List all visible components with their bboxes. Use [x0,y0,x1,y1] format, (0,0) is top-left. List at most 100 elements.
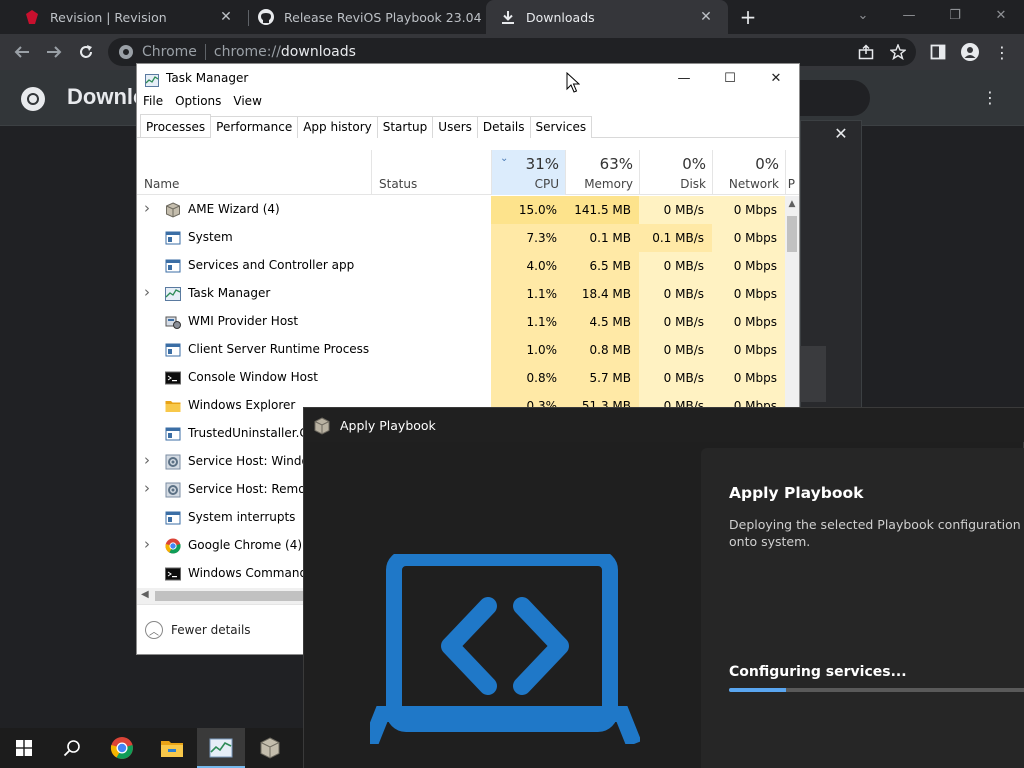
new-tab-button[interactable]: + [736,5,760,29]
disk-cell: 0 MB/s [639,336,712,364]
column-memory[interactable]: 63% Memory [565,150,639,195]
task-manager-titlebar[interactable]: Task Manager — ☐ ✕ [137,64,799,92]
address-bar[interactable]: Chrome chrome://downloads [108,38,916,66]
download-icon [500,9,516,25]
reload-button[interactable] [74,40,98,64]
ame-wizard-icon[interactable] [246,728,294,768]
close-button[interactable]: ✕ [978,0,1024,30]
column-status[interactable]: Status [371,150,491,195]
column-name[interactable]: Name [137,150,371,195]
windows-taskbar [0,728,303,768]
process-row[interactable]: Services and Controller app 4.0% 6.5 MB 0 M… [137,252,785,280]
wmi-icon [165,314,181,330]
disk-cell: 0 MB/s [639,252,712,280]
expand-chevron-icon[interactable]: › [144,451,156,469]
chrome-logo-icon [20,86,46,112]
package-icon [165,202,181,218]
network-total: 0% [755,155,779,173]
tab-users[interactable]: Users [432,116,478,138]
tab-performance[interactable]: Performance [210,116,299,138]
window-icon [165,342,181,358]
chrome-menu-icon[interactable]: ⋮ [990,40,1014,64]
tab-startup[interactable]: Startup [376,116,434,138]
minimize-button[interactable]: — [886,0,932,30]
restore-button[interactable]: ❐ [932,0,978,30]
process-row[interactable]: Client Server Runtime Process 1.0% 0.8 MB 0… [137,336,785,364]
apply-playbook-window: Apply Playbook Apply Playbook Deploying … [303,407,1024,768]
chrome-icon[interactable] [98,728,146,768]
chevron-up-icon[interactable]: ︿ [145,621,163,639]
tab-search-icon[interactable]: ⌄ [840,0,886,30]
column-power[interactable]: P [785,150,799,195]
close-button[interactable]: ✕ [753,64,799,92]
tab-details[interactable]: Details [476,116,531,138]
tab-services[interactable]: Services [529,116,593,138]
expand-chevron-icon[interactable]: › [144,199,156,217]
task-manager-icon [165,286,181,302]
share-icon[interactable] [854,40,878,64]
search-icon[interactable] [48,728,96,768]
file-explorer-icon[interactable] [148,728,196,768]
task-manager-icon[interactable] [197,728,245,768]
tab-processes[interactable]: Processes [140,114,212,137]
process-row[interactable]: WMI Provider Host 1.1% 4.5 MB 0 MB/s 0 Mbps [137,308,785,336]
tab-downloads[interactable]: Downloads ✕ [486,0,728,34]
expand-chevron-icon[interactable]: › [144,535,156,553]
scroll-left-icon[interactable]: ◀ [141,589,149,600]
column-label: Status [379,177,418,191]
cpu-cell: 1.0% [491,336,565,364]
network-cell: 0 Mbps [712,280,785,308]
maximize-button[interactable]: ☐ [707,64,753,92]
task-manager-icon [145,72,159,87]
remove-download-icon[interactable]: ✕ [832,124,850,143]
url-text: chrome://downloads [214,44,356,60]
cpu-cell: 7.3% [491,224,565,252]
process-name: WMI Provider Host [188,314,299,328]
process-name: Console Window Host [188,370,318,384]
process-row[interactable]: › Task Manager 1.1% 18.4 MB 0 MB/s 0 Mbps [137,280,785,308]
process-name: System [188,230,233,244]
tab-revision[interactable]: Revision | Revision ✕ [0,0,248,34]
process-row[interactable]: System 7.3% 0.1 MB 0.1 MB/s 0 Mbps [137,224,785,252]
process-name: Google Chrome (4) [188,538,303,552]
process-name: Windows Explorer [188,398,296,412]
profile-avatar-icon[interactable] [958,40,982,64]
column-label: CPU [534,177,559,191]
memory-cell: 4.5 MB [565,308,639,336]
column-disk[interactable]: 0% Disk [639,150,712,195]
playbook-progress-bar [729,688,1024,692]
back-button[interactable] [10,40,34,64]
memory-cell: 0.8 MB [565,336,639,364]
playbook-titlebar[interactable]: Apply Playbook [304,408,1024,442]
column-cpu[interactable]: ⌄ 31% CPU [491,150,565,195]
column-network[interactable]: 0% Network [712,150,785,195]
process-row[interactable]: › AME Wizard (4) 15.0% 141.5 MB 0 MB/s 0 Mbps [137,196,785,224]
expand-chevron-icon[interactable]: › [144,283,156,301]
tab-app-history[interactable]: App history [297,116,378,138]
memory-cell: 141.5 MB [565,196,639,224]
more-actions-icon[interactable]: ⋮ [980,88,1000,108]
memory-total: 63% [599,155,633,173]
scrollbar-thumb[interactable] [155,591,305,601]
menu-file[interactable]: File [137,94,169,114]
close-icon[interactable]: ✕ [216,7,236,27]
mouse-cursor-icon [566,71,581,94]
side-panel-icon[interactable] [926,40,950,64]
fewer-details-link[interactable]: Fewer details [171,623,251,637]
process-row[interactable]: Console Window Host 0.8% 5.7 MB 0 MB/s 0 Mbp… [137,364,785,392]
window-icon [165,230,181,246]
tab-label: Revision | Revision [50,9,167,25]
expand-chevron-icon[interactable]: › [144,479,156,497]
minimize-button[interactable]: — [661,64,707,92]
forward-button[interactable] [42,40,66,64]
gear-icon [165,482,181,498]
scroll-up-icon[interactable]: ▲ [787,199,797,209]
close-icon[interactable]: ✕ [696,7,716,27]
memory-cell: 0.1 MB [565,224,639,252]
tab-github-release[interactable]: Release ReviOS Playbook 23.04 · ... [234,0,486,34]
menu-view[interactable]: View [227,94,267,114]
menu-options[interactable]: Options [169,94,227,114]
scrollbar-thumb[interactable] [787,216,797,252]
bookmark-star-icon[interactable] [886,40,910,64]
windows-start-icon[interactable] [0,728,48,768]
